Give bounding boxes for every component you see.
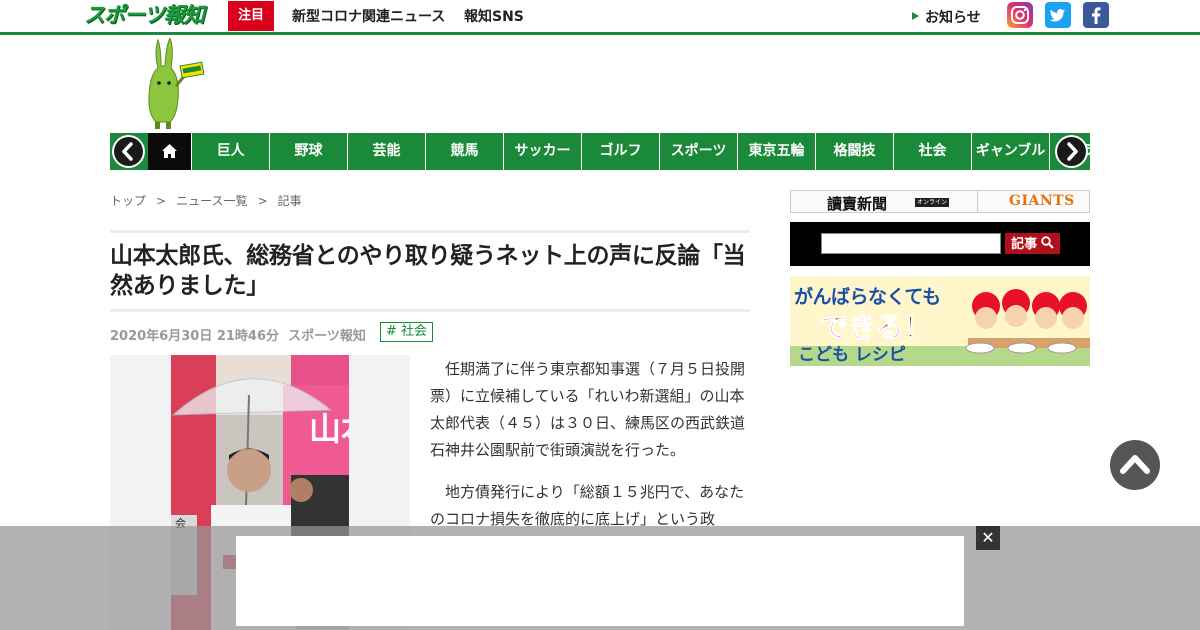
nav-home-button[interactable] [148,133,191,170]
search-input[interactable] [821,233,1001,254]
giants-link[interactable]: GIANTS [1009,193,1075,209]
nav-item-martial-arts[interactable]: 格闘技 [815,133,893,170]
search-area: 記事 [790,222,1090,266]
yomiuri-link[interactable]: 讀賣新聞 [827,193,887,214]
triangle-icon [912,12,919,20]
mascot-image [146,36,208,130]
breadcrumb: トップ > ニュース一覧 > 記事 [110,192,312,209]
scroll-top-button[interactable] [1110,440,1160,490]
category-nav: 巨人 野球 芸能 競馬 サッカー ゴルフ スポーツ 東京五輪 格闘技 社会 ギャ… [110,133,1090,170]
notice-link[interactable]: お知らせ [912,7,981,27]
article-source: スポーツ報知 [288,329,366,344]
breadcrumb-article: 記事 [277,194,302,208]
home-icon [162,144,177,158]
article-meta: 2020年6月30日 21時46分 スポーツ報知 [110,325,366,344]
search-button[interactable]: 記事 [1005,233,1060,254]
article-title: 山本太郎氏、総務省とのやり取り疑うネット上の声に反論「当然ありました」 [110,243,746,299]
nav-item-society[interactable]: 社会 [893,133,971,170]
category-tag[interactable]: # 社会 [380,322,434,342]
notice-label: お知らせ [925,10,981,26]
chevron-up-icon [1120,455,1150,474]
header-divider [0,32,1200,35]
nav-item-baseball[interactable]: 野球 [269,133,347,170]
nav-item-tokyo-olympics[interactable]: 東京五輪 [737,133,815,170]
divider [977,191,978,212]
article-paragraph: 地方債発行により「総額１５兆円で、あなたのコロナ損失を徹底的に底上げ」という政 [430,483,745,528]
article-body: 任期満了に伴う東京都知事選（７月５日投開票）に立候補している「れいわ新選組」の山… [430,356,748,548]
link-corona-news[interactable]: 新型コロナ関連ニュース [292,6,445,26]
banner-line1: がんばらなくても [794,286,941,308]
breadcrumb-sep: > [257,194,268,208]
instagram-icon[interactable] [1007,2,1033,28]
nav-item-sports[interactable]: スポーツ [659,133,737,170]
nav-item-giants[interactable]: 巨人 [191,133,269,170]
nav-next-button[interactable] [1055,135,1088,168]
chevron-right-icon [1067,142,1078,161]
breadcrumb-sep: > [156,194,167,208]
close-icon[interactable]: ✕ [976,526,1000,550]
link-hochi-sns[interactable]: 報知SNS [464,6,524,26]
breadcrumb-top[interactable]: トップ [110,194,146,208]
banner-line3: こども レシピ [798,345,906,365]
nav-item-gamble[interactable]: ギャンブル [971,133,1049,170]
nav-prev-button[interactable] [112,135,145,168]
search-button-label: 記事 [1011,236,1038,251]
site-logo[interactable]: スポーツ報知 [84,2,208,29]
nav-item-entertainment[interactable]: 芸能 [347,133,425,170]
top-bar: スポーツ報知 注目 新型コロナ関連ニュース 報知SNS お知らせ [0,0,1200,32]
photo-sign-text: 山本 [309,410,349,448]
online-badge: オンライン [915,198,950,207]
featured-badge: 注目 [228,1,274,31]
breadcrumb-news-list[interactable]: ニュース一覧 [176,194,247,208]
facebook-icon[interactable] [1083,2,1109,28]
nav-item-horse-racing[interactable]: 競馬 [425,133,503,170]
article-paragraph: 任期満了に伴う東京都知事選（７月５日投開票）に立候補している「れいわ新選組」の山… [430,360,746,459]
article-header: 山本太郎氏、総務省とのやり取り疑うネット上の声に反論「当然ありました」 [110,230,750,312]
search-icon [1041,236,1054,249]
partner-links: 讀賣新聞 オンライン GIANTS [790,190,1090,213]
twitter-icon[interactable] [1045,2,1071,28]
ad-slot[interactable] [236,536,964,626]
nav-item-golf[interactable]: ゴルフ [581,133,659,170]
chevron-left-icon [122,142,133,161]
nav-item-soccer[interactable]: サッカー [503,133,581,170]
article-date: 2020年6月30日 21時46分 [110,329,280,344]
kids-recipe-banner[interactable]: がんばらなくても できる！ こども レシピ [790,276,1090,366]
